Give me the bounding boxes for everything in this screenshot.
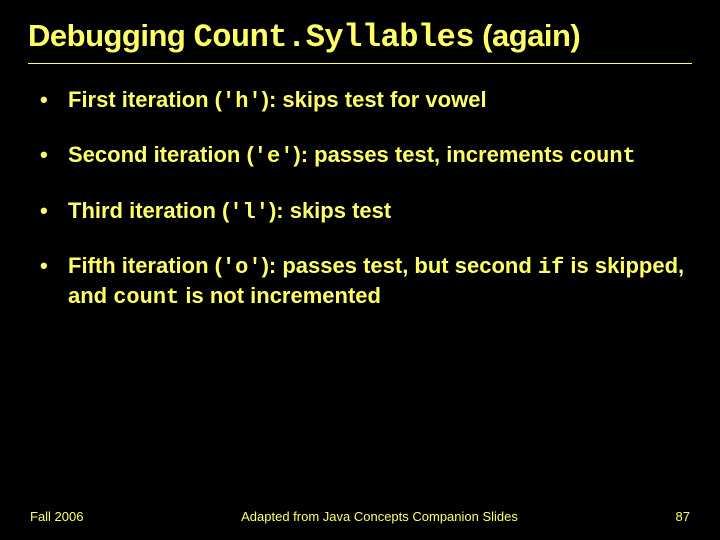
title-text-pre: Debugging — [28, 18, 193, 53]
bullet-text: ): skips test — [269, 198, 391, 223]
bullet-code: count — [570, 144, 636, 169]
bullet-text: ): skips test for vowel — [262, 87, 487, 112]
bullet-code: 'h' — [222, 89, 262, 114]
bullet-text: Fifth iteration ( — [68, 253, 222, 278]
bullet-text: ): passes test, increments — [293, 142, 569, 167]
footer-center: Adapted from Java Concepts Companion Sli… — [83, 509, 675, 524]
bullet-code: 'o' — [222, 255, 262, 280]
bullet-code: if — [538, 255, 564, 280]
slide-footer: Fall 2006 Adapted from Java Concepts Com… — [0, 509, 720, 524]
footer-page-number: 87 — [676, 509, 690, 524]
bullet-item: Third iteration ('l'): skips test — [40, 197, 692, 227]
footer-left: Fall 2006 — [30, 509, 83, 524]
bullet-item: First iteration ('h'): skips test for vo… — [40, 86, 692, 116]
bullet-code: 'e' — [254, 144, 294, 169]
title-text-post: (again) — [474, 18, 580, 53]
bullet-item: Fifth iteration ('o'): passes test, but … — [40, 252, 692, 311]
bullet-item: Second iteration ('e'): passes test, inc… — [40, 141, 692, 171]
bullet-code: 'l' — [229, 200, 269, 225]
bullet-text: is not incremented — [179, 283, 381, 308]
slide-title: Debugging Count.Syllables (again) — [28, 18, 692, 64]
bullet-code: count — [113, 285, 179, 310]
title-code: Count.Syllables — [193, 19, 474, 56]
bullet-text: ): passes test, but second — [262, 253, 538, 278]
bullet-text: Second iteration ( — [68, 142, 254, 167]
bullet-list: First iteration ('h'): skips test for vo… — [28, 86, 692, 312]
bullet-text: Third iteration ( — [68, 198, 229, 223]
slide: Debugging Count.Syllables (again) First … — [0, 0, 720, 540]
bullet-text: First iteration ( — [68, 87, 222, 112]
